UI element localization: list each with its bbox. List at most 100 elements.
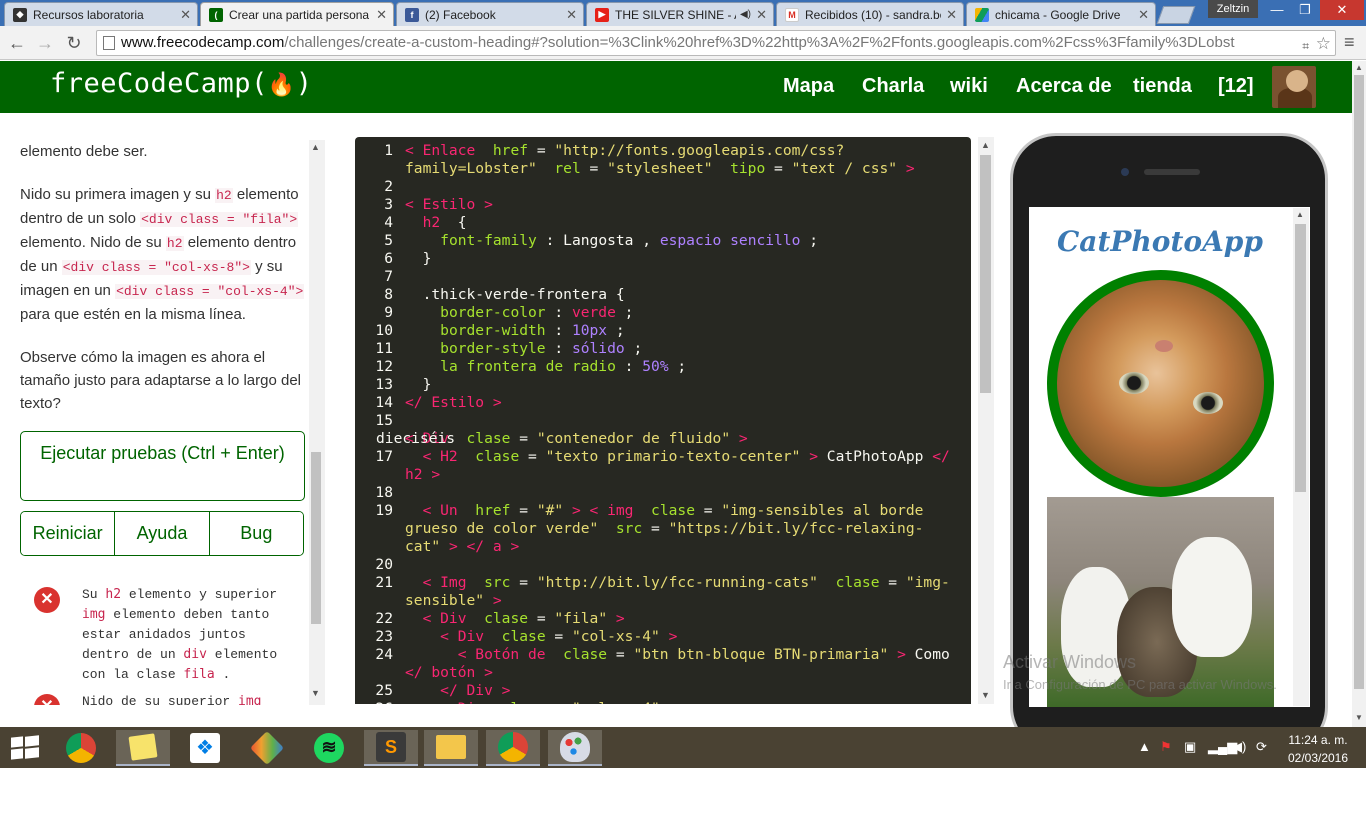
code-line[interactable]: cat" > </ a > bbox=[405, 538, 519, 555]
code-line[interactable]: la frontera de radio : 50% ; bbox=[405, 358, 686, 375]
code-line[interactable]: h2 > bbox=[405, 466, 440, 483]
back-arrow-icon[interactable]: ← bbox=[6, 32, 28, 54]
close-icon[interactable]: ✕ bbox=[1138, 7, 1149, 23]
spotify-icon[interactable]: ≋ bbox=[302, 730, 356, 766]
tab-gmail[interactable]: M Recibidos (10) - sandra.bo ✕ bbox=[776, 2, 964, 26]
code-line[interactable]: < Div clase = "fila" > bbox=[405, 610, 625, 627]
device-icon[interactable]: ▣ bbox=[1184, 739, 1196, 755]
code-line[interactable]: border-style : sólido ; bbox=[405, 340, 642, 357]
bug-button[interactable]: Bug bbox=[209, 512, 303, 555]
restore-icon[interactable]: ❐ bbox=[1290, 0, 1320, 20]
windows-start-icon[interactable] bbox=[11, 735, 39, 760]
volume-icon[interactable]: ◀) bbox=[1232, 739, 1246, 755]
reload-icon[interactable]: ↻ bbox=[63, 32, 85, 54]
new-tab-button[interactable] bbox=[1156, 6, 1196, 24]
code-line[interactable]: sensible" > bbox=[405, 592, 502, 609]
chrome-icon[interactable] bbox=[54, 730, 108, 766]
code-line[interactable]: </ Div > bbox=[405, 682, 510, 699]
code-line[interactable]: < Botón de clase = "btn btn-bloque BTN-p… bbox=[405, 646, 950, 663]
code-line[interactable]: h2 { bbox=[405, 214, 467, 231]
nav-link-mapa[interactable]: Mapa bbox=[783, 75, 834, 98]
clock-time[interactable]: 11:24 a. m. bbox=[1288, 733, 1348, 747]
url-domain: www.freecodecamp.com bbox=[121, 34, 285, 51]
dropbox-icon[interactable]: ❖ bbox=[178, 730, 232, 766]
code-line[interactable]: grueso de color verde" src = "https://bi… bbox=[405, 520, 923, 537]
code-line[interactable]: < Div clase = "contenedor de fluido" > bbox=[405, 430, 748, 447]
preview-scrollbar[interactable]: ▲ bbox=[1293, 208, 1309, 706]
minimize-icon[interactable]: — bbox=[1262, 0, 1292, 20]
paint-icon[interactable] bbox=[548, 730, 602, 766]
profile-name[interactable]: Zeltzin bbox=[1208, 0, 1258, 18]
nav-link-wiki[interactable]: wiki bbox=[950, 75, 988, 98]
editor-scrollbar[interactable]: ▲ ▼ bbox=[978, 137, 994, 704]
nav-link-points[interactable]: [12] bbox=[1218, 75, 1254, 98]
avatar[interactable] bbox=[1272, 66, 1316, 108]
code-line[interactable]: </ botón > bbox=[405, 664, 493, 681]
tab-youtube[interactable]: ▶ THE SILVER SHINE - AN ◀) ✕ bbox=[586, 2, 774, 26]
sticky-notes-icon[interactable] bbox=[116, 730, 170, 766]
code-line[interactable]: < Div clase = "col-xs-4" bbox=[405, 700, 660, 704]
code-line[interactable]: < Div clase = "col-xs-4" > bbox=[405, 628, 677, 645]
code-line[interactable]: < Enlace href = "http://fonts.googleapis… bbox=[405, 142, 844, 159]
close-icon[interactable]: ✕ bbox=[756, 7, 767, 23]
instructions-scrollbar-thumb[interactable] bbox=[311, 452, 321, 624]
tab-facebook[interactable]: f (2) Facebook ✕ bbox=[396, 2, 584, 26]
relaxing-cat-image[interactable] bbox=[1047, 270, 1274, 497]
close-icon[interactable]: ✕ bbox=[946, 7, 957, 23]
line-number: 13 bbox=[375, 376, 393, 393]
code-line[interactable]: } bbox=[405, 250, 432, 267]
page-scrollbar[interactable]: ▲ ▼ bbox=[1352, 61, 1366, 727]
gmail-icon: M bbox=[785, 7, 799, 22]
line-number: 14 bbox=[375, 394, 393, 411]
close-icon[interactable]: ✕ bbox=[566, 7, 577, 23]
sync-icon[interactable]: ⟳ bbox=[1256, 739, 1267, 755]
run-tests-button[interactable]: Ejecutar pruebas (Ctrl + Enter) bbox=[20, 431, 305, 501]
file-explorer-icon[interactable] bbox=[424, 730, 478, 766]
code-line[interactable]: < H2 clase = "texto primario-texto-cente… bbox=[405, 448, 950, 465]
code-line[interactable]: family=Lobster" rel = "stylesheet" tipo … bbox=[405, 160, 915, 177]
tab-drive[interactable]: chicama - Google Drive ✕ bbox=[966, 2, 1156, 26]
show-hidden-icons-icon[interactable]: ▲ bbox=[1138, 739, 1151, 754]
git-icon[interactable] bbox=[240, 730, 294, 766]
instructions-scrollbar[interactable]: ▲ ▼ bbox=[309, 140, 325, 705]
nav-link-charla[interactable]: Charla bbox=[862, 75, 924, 98]
reset-button[interactable]: Reiniciar bbox=[21, 512, 116, 555]
code-line[interactable]: </ Estilo > bbox=[405, 394, 502, 411]
line-number: 8 bbox=[384, 286, 393, 303]
close-window-icon[interactable]: ✕ bbox=[1320, 0, 1364, 20]
editor-scrollbar-thumb[interactable] bbox=[980, 155, 991, 393]
preview-scrollbar-thumb[interactable] bbox=[1295, 224, 1306, 492]
tab-recursos[interactable]: ◆ Recursos laboratoria ✕ bbox=[4, 2, 198, 26]
chrome-active-icon[interactable] bbox=[486, 730, 540, 766]
close-icon[interactable]: ✕ bbox=[376, 7, 387, 23]
close-icon[interactable]: ✕ bbox=[180, 7, 191, 23]
code-line[interactable]: .thick-verde-frontera { bbox=[405, 286, 625, 303]
page-scrollbar-thumb[interactable] bbox=[1354, 75, 1364, 689]
code-line[interactable]: font-family : Langosta , espacio sencill… bbox=[405, 232, 818, 249]
flag-icon[interactable]: ⚑ bbox=[1160, 739, 1172, 755]
nav-link-tienda[interactable]: tienda bbox=[1133, 75, 1192, 98]
clock-date[interactable]: 02/03/2016 bbox=[1286, 751, 1350, 765]
code-editor[interactable]: 1 < Enlace href = "http://fonts.googleapi… bbox=[355, 137, 971, 704]
code-line[interactable]: } bbox=[405, 376, 432, 393]
code-line[interactable]: border-width : 10px ; bbox=[405, 322, 625, 339]
preview-title: CatPhotoApp bbox=[1057, 225, 1263, 258]
code-line[interactable]: < Un href = "#" > < img clase = "img-sen… bbox=[405, 502, 924, 519]
fcc-logo[interactable]: freeCodeCamp(🔥) bbox=[50, 68, 313, 99]
error-x-icon: ✕ bbox=[34, 587, 60, 613]
tab-crear-partida[interactable]: ( Crear una partida persona ✕ bbox=[200, 2, 394, 26]
sublime-text-icon[interactable]: S bbox=[364, 730, 418, 766]
code-line[interactable]: < Estilo > bbox=[405, 196, 493, 213]
activate-windows-title: Activar Windows bbox=[1003, 652, 1137, 672]
translate-icon[interactable]: ⌗ bbox=[1302, 34, 1309, 55]
help-button[interactable]: Ayuda bbox=[115, 512, 210, 555]
chrome-menu-icon[interactable]: ≡ bbox=[1344, 32, 1355, 53]
address-bar[interactable]: www.freecodecamp.com/challenges/create-a… bbox=[96, 30, 1336, 56]
code-line[interactable]: < Img src = "http://bit.ly/fcc-running-c… bbox=[405, 574, 950, 591]
line-number: 15 bbox=[375, 412, 393, 429]
code-line[interactable]: border-color : verde ; bbox=[405, 304, 633, 321]
bookmark-star-icon[interactable]: ☆ bbox=[1315, 32, 1331, 55]
forward-arrow-icon[interactable]: → bbox=[34, 32, 56, 54]
nav-link-acerca[interactable]: Acerca de bbox=[1016, 75, 1112, 98]
tab-title: chicama - Google Drive bbox=[995, 7, 1121, 22]
